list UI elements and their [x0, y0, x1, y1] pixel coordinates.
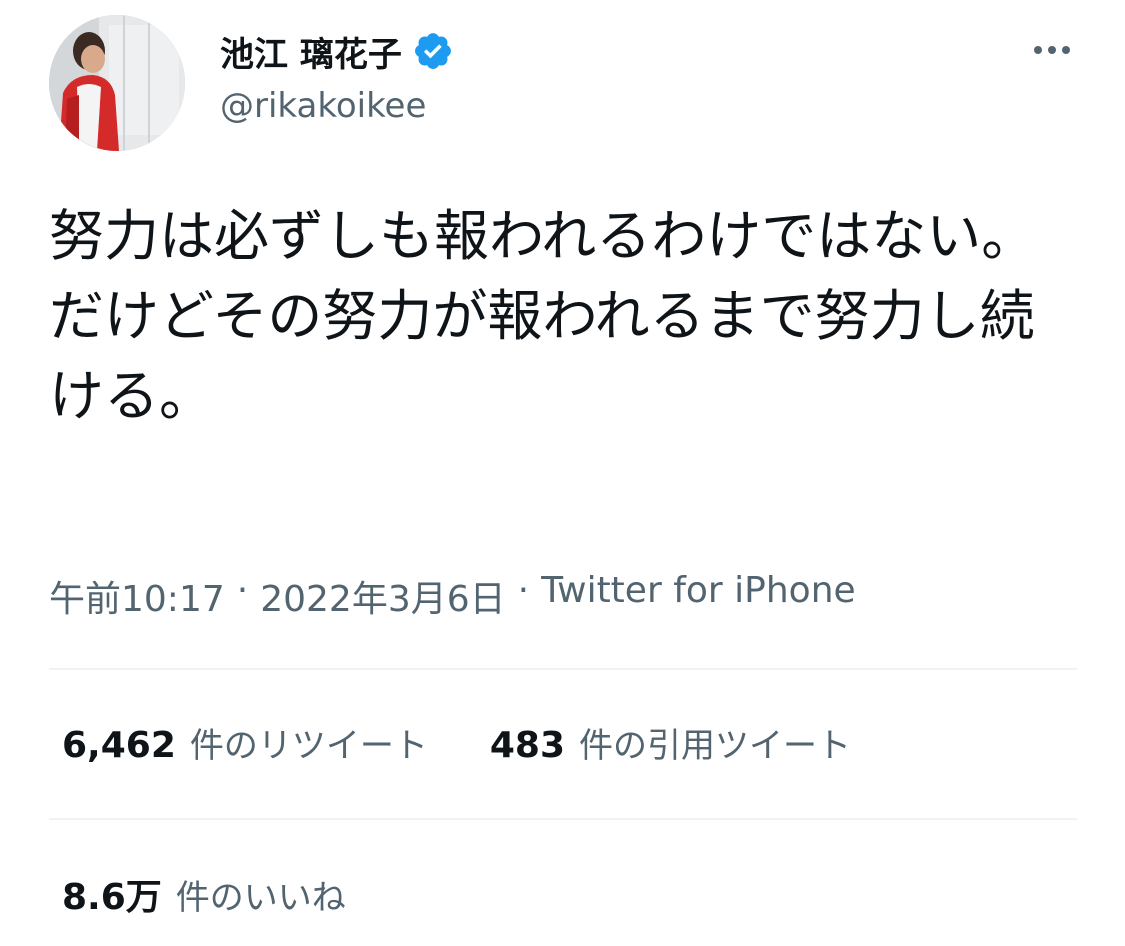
- more-dot: [1062, 46, 1070, 54]
- meta-separator: ·: [517, 570, 530, 611]
- user-name-row: 池江 璃花子: [220, 26, 454, 76]
- quote-count: 483: [489, 725, 566, 766]
- retweet-label: 件のリツイート: [189, 726, 428, 766]
- tweet-time[interactable]: 午前10:17: [49, 570, 225, 622]
- meta-separator: ·: [236, 570, 249, 611]
- verified-badge-icon: [412, 30, 454, 72]
- quote-label: 件の引用ツイート: [579, 726, 852, 766]
- tweet-date[interactable]: 2022年3月6日: [260, 570, 505, 622]
- retweet-count: 6,462: [62, 725, 176, 766]
- tweet-text: 努力は必ずしも報われるわけではない。 だけどその努力が報われるまで努力し続ける。: [49, 204, 1037, 428]
- more-dot: [1048, 46, 1056, 54]
- likes-stat[interactable]: 8.6万 件のいいね: [62, 868, 346, 920]
- display-name[interactable]: 池江 璃花子: [220, 27, 402, 76]
- user-handle[interactable]: @rikakoikee: [220, 86, 426, 126]
- more-horizontal-icon: [1034, 46, 1042, 54]
- like-count: 8.6万: [62, 877, 162, 918]
- more-options-button[interactable]: [1022, 30, 1082, 70]
- divider: [49, 818, 1077, 820]
- quotes-stat[interactable]: 483 件の引用ツイート: [490, 718, 851, 767]
- engagement-stats: 6,462 件のリツイート 483 件の引用ツイート: [62, 718, 851, 767]
- tweet-detail: 池江 璃花子 @rikakoikee 努力は必ずしも報われるわけではない。 だけ…: [0, 0, 1125, 946]
- divider: [49, 668, 1077, 670]
- avatar[interactable]: [49, 15, 185, 151]
- tweet-meta: 午前10:17 · 2022年3月6日 · Twitter for iPhone: [49, 570, 856, 622]
- like-label: 件のいいね: [175, 878, 346, 918]
- profile-photo-icon: [49, 15, 185, 151]
- retweets-stat[interactable]: 6,462 件のリツイート: [62, 718, 428, 767]
- tweet-source[interactable]: Twitter for iPhone: [541, 570, 856, 622]
